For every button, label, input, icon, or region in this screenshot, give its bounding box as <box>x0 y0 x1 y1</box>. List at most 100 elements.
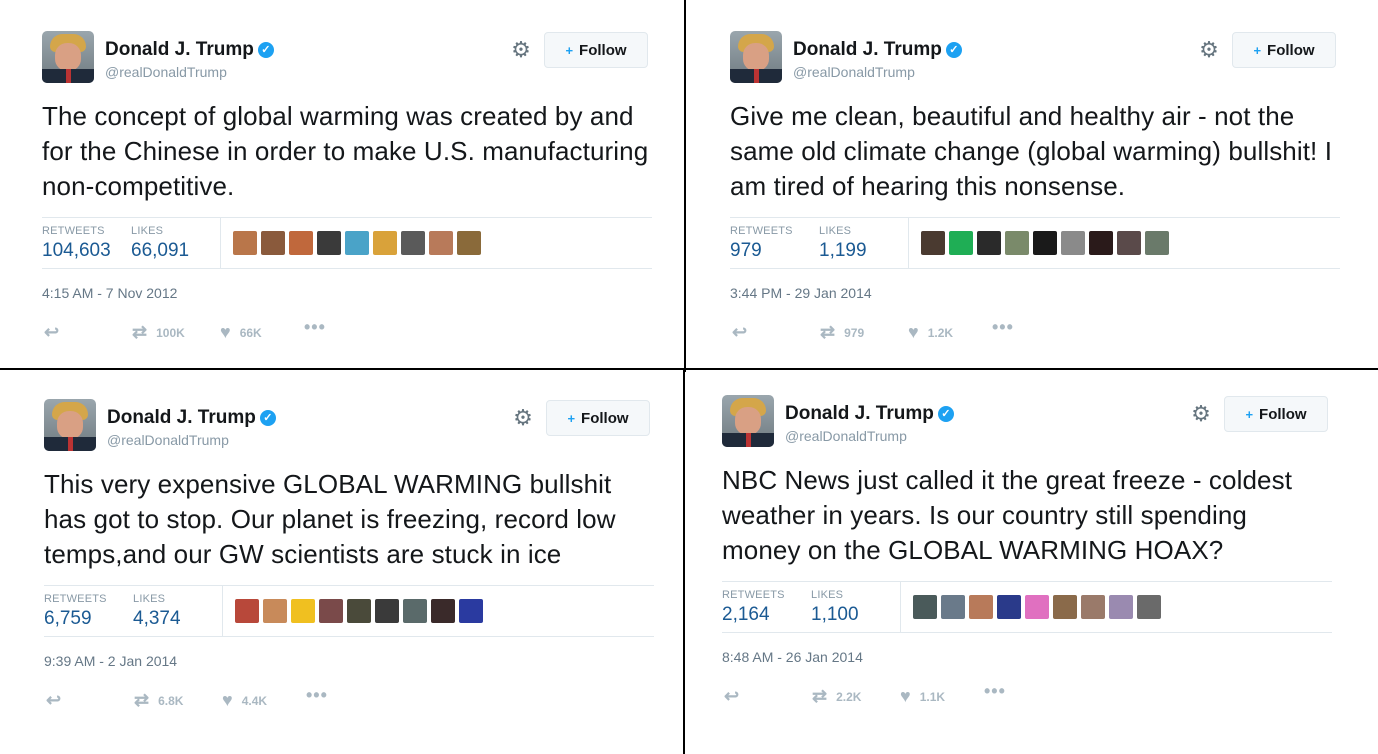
more-button[interactable]: ••• <box>992 317 1014 338</box>
liker-avatar[interactable] <box>1061 231 1085 255</box>
retweet-button[interactable]: ⇄ 979 <box>820 322 864 343</box>
liker-avatar[interactable] <box>429 231 453 255</box>
gear-icon[interactable]: ⚙ <box>510 39 532 61</box>
liker-avatar[interactable] <box>1033 231 1057 255</box>
avatar[interactable] <box>730 31 782 83</box>
reply-button[interactable]: ↩ <box>46 690 61 711</box>
like-button[interactable]: ♥ 4.4K <box>222 690 267 711</box>
retweet-icon: ⇄ <box>812 686 828 706</box>
liker-avatar[interactable] <box>233 231 257 255</box>
liker-avatar[interactable] <box>345 231 369 255</box>
author-handle[interactable]: @realDonaldTrump <box>105 64 227 80</box>
retweets-stat[interactable]: RETWEETS 104,603 <box>42 225 111 262</box>
liker-avatar[interactable] <box>1025 595 1049 619</box>
avatar[interactable] <box>42 31 94 83</box>
more-button[interactable]: ••• <box>984 681 1006 702</box>
follow-button[interactable]: + Follow <box>546 400 650 436</box>
reply-button[interactable]: ↩ <box>732 322 747 343</box>
liker-avatar[interactable] <box>1053 595 1077 619</box>
divider-vertical-bottom <box>683 370 685 754</box>
reply-icon: ↩ <box>44 322 60 342</box>
retweets-count: 6,759 <box>44 608 92 629</box>
reply-icon: ↩ <box>46 690 62 710</box>
tweet-text: NBC News just called it the great freeze… <box>722 465 1293 565</box>
retweet-button[interactable]: ⇄ 2.2K <box>812 686 861 707</box>
liker-avatar[interactable] <box>1117 231 1141 255</box>
liker-avatar[interactable] <box>1137 595 1161 619</box>
author-name[interactable]: Donald J. Trump ✓ <box>105 39 274 61</box>
author-name[interactable]: Donald J. Trump ✓ <box>785 403 954 425</box>
liker-avatar[interactable] <box>1145 231 1169 255</box>
liker-avatar[interactable] <box>949 231 973 255</box>
liker-avatar[interactable] <box>317 231 341 255</box>
liker-avatar[interactable] <box>941 595 965 619</box>
gear-icon[interactable]: ⚙ <box>512 407 534 429</box>
liker-avatar[interactable] <box>1089 231 1113 255</box>
tweet-timestamp[interactable]: 4:15 AM - 7 Nov 2012 <box>42 285 652 301</box>
more-button[interactable]: ••• <box>304 317 326 338</box>
likes-label: LIKES <box>819 225 852 237</box>
author-name[interactable]: Donald J. Trump ✓ <box>107 407 276 429</box>
liker-avatar[interactable] <box>921 231 945 255</box>
author-handle[interactable]: @realDonaldTrump <box>793 64 915 80</box>
liker-avatar[interactable] <box>261 231 285 255</box>
follow-button[interactable]: + Follow <box>1224 396 1328 432</box>
likes-stat[interactable]: LIKES 1,199 <box>819 225 867 262</box>
stats-separator <box>900 582 901 632</box>
author-handle[interactable]: @realDonaldTrump <box>107 432 229 448</box>
liker-avatar[interactable] <box>459 599 483 623</box>
liker-avatar[interactable] <box>1081 595 1105 619</box>
liker-avatar[interactable] <box>263 599 287 623</box>
retweets-stat[interactable]: RETWEETS 979 <box>730 225 793 262</box>
reply-icon: ↩ <box>724 686 740 706</box>
author-name[interactable]: Donald J. Trump ✓ <box>793 39 962 61</box>
retweet-count-short: 979 <box>844 325 865 340</box>
like-count-short: 66K <box>239 325 262 340</box>
follow-button[interactable]: + Follow <box>1232 32 1336 68</box>
liker-avatar[interactable] <box>319 599 343 623</box>
liker-avatar[interactable] <box>347 599 371 623</box>
retweets-label: RETWEETS <box>42 225 105 237</box>
tweet-timestamp[interactable]: 8:48 AM - 26 Jan 2014 <box>722 649 1332 665</box>
liker-avatar[interactable] <box>1109 595 1133 619</box>
retweets-stat[interactable]: RETWEETS 2,164 <box>722 589 785 626</box>
likes-stat[interactable]: LIKES 4,374 <box>133 593 181 630</box>
retweet-count-short: 100K <box>156 325 185 340</box>
gear-icon[interactable]: ⚙ <box>1198 39 1220 61</box>
liker-avatar[interactable] <box>431 599 455 623</box>
likes-stat[interactable]: LIKES 66,091 <box>131 225 189 262</box>
tweet-timestamp[interactable]: 3:44 PM - 29 Jan 2014 <box>730 285 1340 301</box>
liker-avatar[interactable] <box>289 231 313 255</box>
avatar[interactable] <box>44 399 96 451</box>
more-button[interactable]: ••• <box>306 685 328 706</box>
liker-avatar[interactable] <box>1005 231 1029 255</box>
liker-avatar[interactable] <box>235 599 259 623</box>
liker-avatar[interactable] <box>977 231 1001 255</box>
retweet-button[interactable]: ⇄ 6.8K <box>134 690 183 711</box>
retweet-icon: ⇄ <box>820 322 836 342</box>
likes-stat[interactable]: LIKES 1,100 <box>811 589 859 626</box>
reply-button[interactable]: ↩ <box>44 322 59 343</box>
follow-button[interactable]: + Follow <box>544 32 648 68</box>
retweet-button[interactable]: ⇄ 100K <box>132 322 185 343</box>
liker-avatar[interactable] <box>457 231 481 255</box>
author-handle[interactable]: @realDonaldTrump <box>785 428 907 444</box>
retweets-count: 104,603 <box>42 240 111 261</box>
avatar[interactable] <box>722 395 774 447</box>
like-button[interactable]: ♥ 66K <box>220 322 262 343</box>
retweets-stat[interactable]: RETWEETS 6,759 <box>44 593 107 630</box>
gear-icon[interactable]: ⚙ <box>1190 403 1212 425</box>
liker-avatar[interactable] <box>401 231 425 255</box>
liker-avatar[interactable] <box>403 599 427 623</box>
liker-avatar[interactable] <box>969 595 993 619</box>
reply-button[interactable]: ↩ <box>724 686 739 707</box>
liker-avatar[interactable] <box>913 595 937 619</box>
like-button[interactable]: ♥ 1.1K <box>900 686 945 707</box>
like-button[interactable]: ♥ 1.2K <box>908 322 953 343</box>
liker-avatar[interactable] <box>373 231 397 255</box>
liker-avatar[interactable] <box>375 599 399 623</box>
liker-avatar[interactable] <box>291 599 315 623</box>
follow-user-icon: + <box>1253 42 1262 58</box>
tweet-timestamp[interactable]: 9:39 AM - 2 Jan 2014 <box>44 653 654 669</box>
liker-avatar[interactable] <box>997 595 1021 619</box>
